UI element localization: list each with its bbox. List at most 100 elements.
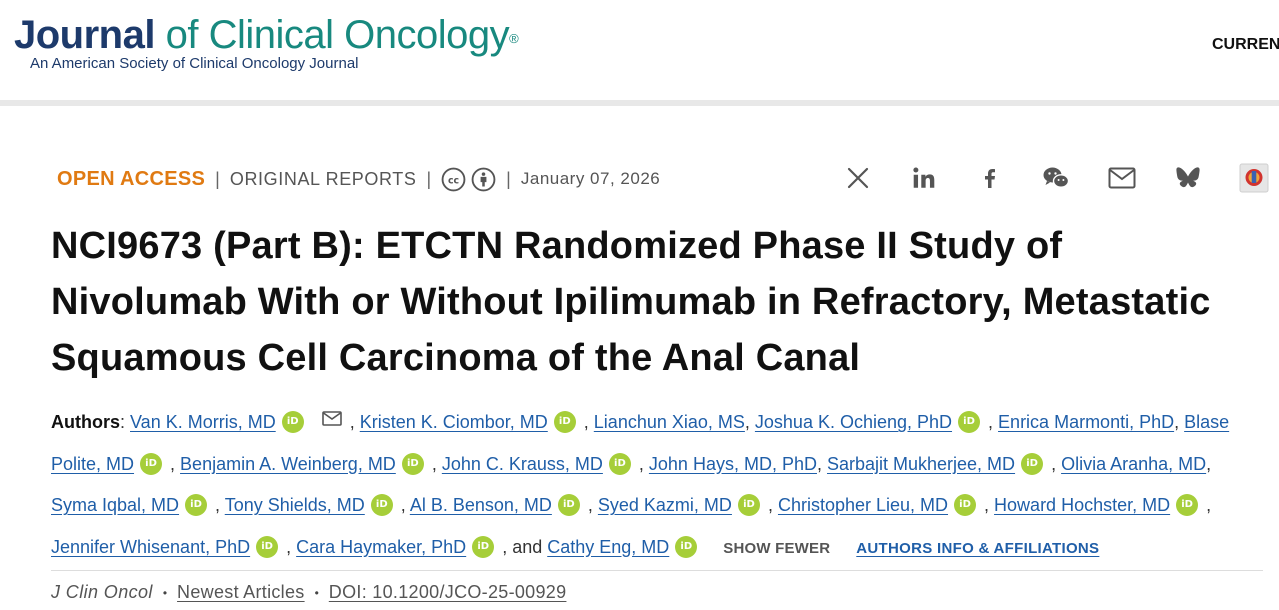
author-separator-and: , and [502, 536, 548, 557]
orcid-icon[interactable]: iD [675, 535, 698, 558]
orcid-icon[interactable]: iD [185, 494, 208, 516]
attribution-icon [471, 167, 496, 191]
orcid-icon[interactable]: iD [370, 494, 393, 516]
share-wechat[interactable] [1038, 160, 1074, 196]
site-header: Journal of Clinical Oncology® An America… [0, 0, 1279, 100]
author-separator: , [349, 412, 360, 432]
author-link[interactable]: Syed Kazmi, MD [598, 495, 732, 515]
linkedin-icon [913, 167, 935, 188]
author-separator: , [984, 495, 995, 515]
logo-registered-mark: ® [509, 31, 519, 46]
share-facebook[interactable] [972, 160, 1008, 196]
author-link[interactable]: Christopher Lieu, MD [778, 495, 948, 515]
citation-bullet: • [314, 585, 319, 600]
author-link[interactable]: Cathy Eng, MD [547, 537, 669, 557]
author-separator: , [767, 495, 778, 515]
orcid-icon[interactable]: iD [1021, 452, 1044, 475]
author-link[interactable]: Jennifer Whisenant, PhD [51, 537, 250, 557]
citation-divider [51, 570, 1263, 571]
orcid-icon[interactable]: iD [608, 452, 631, 475]
x-icon [847, 167, 869, 189]
article-title: NCI9673 (Part B): ETCTN Randomized Phase… [51, 225, 1211, 379]
orcid-icon[interactable]: iD [958, 411, 981, 433]
share-mendeley[interactable] [1236, 160, 1272, 196]
author-separator: , [638, 453, 649, 474]
meta-separator: | [215, 168, 220, 189]
share-linkedin[interactable] [906, 160, 942, 196]
share-x[interactable] [840, 160, 876, 196]
author-separator: , [215, 495, 225, 515]
orcid-icon[interactable]: iD [553, 411, 576, 433]
author-link[interactable]: Olivia Aranha, MD [1061, 454, 1206, 474]
orcid-icon[interactable]: iD [401, 452, 424, 475]
orcid-icon[interactable]: iD [1176, 494, 1199, 516]
author-separator: , [1206, 453, 1212, 474]
article-meta-row: OPEN ACCESS | ORIGINAL REPORTS | cc | Ja… [57, 164, 660, 194]
author-separator: , [400, 495, 410, 515]
section-link[interactable]: Newest Articles [177, 582, 305, 603]
author-link[interactable]: Benjamin A. Weinberg, MD [180, 454, 396, 474]
logo-journal-text: Journal [14, 13, 155, 57]
orcid-icon[interactable]: iD [737, 494, 760, 516]
doi-link[interactable]: DOI: 10.1200/JCO-25-00929 [329, 582, 567, 603]
logo-title-text: of Clinical Oncology [154, 13, 510, 57]
logo-wordmark: Journal of Clinical Oncology® [14, 12, 519, 58]
journal-abbrev: J Clin Oncol [51, 582, 153, 602]
header-divider [0, 100, 1279, 106]
share-email[interactable] [1104, 160, 1140, 196]
report-type[interactable]: ORIGINAL REPORTS [230, 169, 417, 190]
orcid-icon[interactable]: iD [557, 494, 580, 516]
orcid-icon[interactable]: iD [281, 411, 304, 433]
author-link[interactable]: Tony Shields, MD [225, 495, 365, 515]
authors-colon: : [120, 412, 131, 432]
meta-separator: | [426, 168, 432, 189]
svg-text:cc: cc [448, 175, 459, 186]
citation-line: J Clin Oncol • Newest Articles • DOI: 10… [51, 582, 566, 603]
author-link[interactable]: Sarbajit Mukherjee, MD [827, 454, 1015, 474]
author-separator: , [1206, 495, 1212, 515]
author-link[interactable]: Van K. Morris, MD [130, 412, 276, 432]
authors-info-affiliations-link[interactable]: AUTHORS INFO & AFFILIATIONS [856, 540, 1099, 557]
authors-label: Authors [51, 412, 120, 432]
citation-bullet: • [162, 585, 168, 600]
show-fewer-button[interactable]: SHOW FEWER [723, 540, 830, 557]
orcid-icon[interactable]: iD [472, 535, 495, 558]
author-separator: , [583, 412, 594, 432]
share-bluesky[interactable] [1170, 160, 1206, 196]
author-link[interactable]: Joshua K. Ochieng, PhD [755, 412, 952, 432]
author-separator: , [286, 536, 297, 557]
orcid-icon[interactable]: iD [954, 494, 977, 516]
author-separator: , [1051, 453, 1062, 474]
journal-logo[interactable]: Journal of Clinical Oncology® An America… [14, 12, 519, 72]
mendeley-icon [1239, 163, 1269, 193]
creative-commons-icon: cc [441, 167, 466, 191]
author-link[interactable]: Howard Hochster, MD [994, 495, 1170, 515]
author-link[interactable]: John Hays, MD, PhD [649, 454, 817, 474]
orcid-icon[interactable]: iD [140, 452, 163, 475]
meta-separator: | [506, 168, 511, 189]
author-separator: , [431, 453, 442, 474]
author-separator: , [1174, 412, 1185, 432]
author-link[interactable]: Enrica Marmonti, PhD [998, 412, 1174, 432]
bluesky-icon [1176, 167, 1200, 188]
nav-current-issue[interactable]: CURREN [1212, 36, 1279, 54]
share-bar [840, 160, 1272, 196]
author-separator: , [988, 412, 999, 432]
corresponding-author-mail-icon[interactable] [321, 400, 342, 442]
author-link[interactable]: Al B. Benson, MD [410, 495, 552, 515]
mail-icon [321, 411, 342, 426]
wechat-icon [1043, 167, 1070, 188]
orcid-icon[interactable]: iD [256, 535, 279, 558]
author-link[interactable]: Kristen K. Ciombor, MD [360, 412, 548, 432]
author-separator: , [816, 453, 827, 474]
author-link[interactable]: Syma Iqbal, MD [51, 495, 179, 515]
author-separator: , [170, 453, 181, 474]
author-link[interactable]: Lianchun Xiao, MS [594, 412, 745, 432]
license-icons[interactable]: cc [441, 167, 496, 192]
publication-date: January 07, 2026 [520, 169, 661, 188]
email-icon [1108, 167, 1136, 189]
author-link[interactable]: Cara Haymaker, PhD [296, 537, 466, 557]
open-access-badge: OPEN ACCESS [57, 167, 206, 190]
author-separator: , [587, 495, 598, 515]
author-link[interactable]: John C. Krauss, MD [442, 454, 603, 474]
